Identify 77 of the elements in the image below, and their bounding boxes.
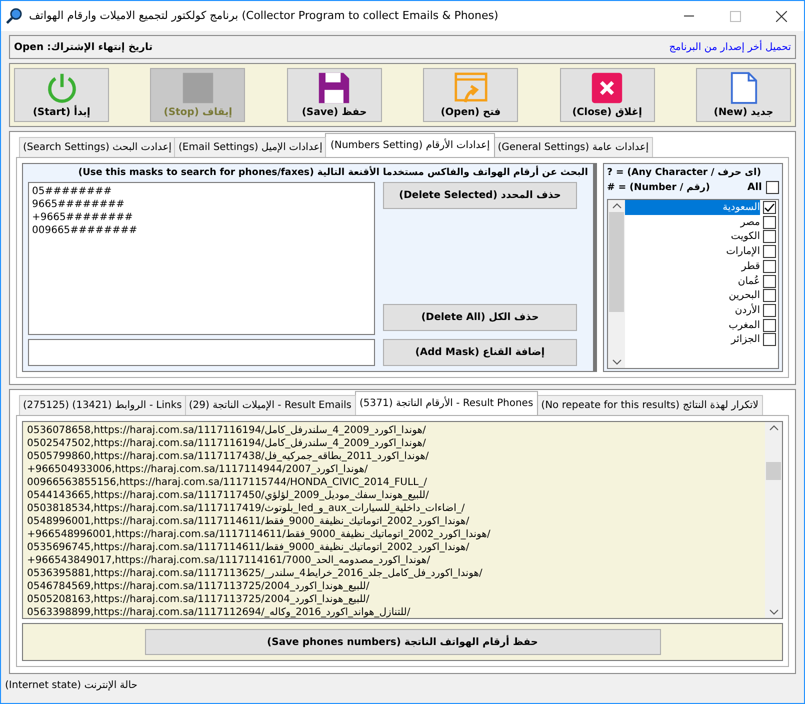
legend-text: # = (Number / رقم) [607,180,710,195]
window-arrow-icon [454,71,488,105]
country-label[interactable]: الإمارات [726,244,760,260]
close-icon [590,71,624,105]
result-line: 0535696745,https://haraj.com.sa/1117114611/هوندا_اكورد_2002_اتوماتيك_نظيفة_9000_فقط/ [27,541,470,554]
app-icon [5,7,23,25]
result-line: 0503818534,https://haraj.com.sa/1117117419/بلوتوث_led_و_aux_اضاءات_داخلية_للسيارات_/ [27,502,466,515]
tab[interactable]: إعدادات عامة (General Settings) [494,137,653,157]
checkbox[interactable] [763,289,776,302]
checkbox[interactable] [763,260,776,273]
checkbox[interactable] [763,333,776,346]
tab[interactable]: لاتكرار لهذة النتائج (No repeate for this results) [537,395,763,415]
masks-list[interactable]: 05######## 9665######## +9665######## 009665######## [28,182,375,335]
results-text-area[interactable] [22,421,783,619]
scrollbar-thumb[interactable] [766,462,781,480]
mask-input-field[interactable] [28,339,375,366]
mask-item[interactable]: 9665######## [32,198,371,212]
legend-text: ? = (Any Character / اى حرف) [607,166,762,180]
result-line: 0546784569,https://haraj.com.sa/1117113725/للبيع_هوندا_اكورد_2004/ [27,580,370,593]
checkbox[interactable] [763,318,776,332]
close-icon[interactable] [776,10,786,22]
mask-item[interactable]: 05######## [32,185,371,198]
toolbar-button[interactable]: حفظ (Save) [286,68,382,122]
tab[interactable]: Links - الروابط (13421) (275125) [19,395,186,415]
country-label[interactable]: السعودية [625,200,760,216]
checkbox[interactable] [763,230,776,244]
result-line: 0536395881,https://haraj.com.sa/1117113625/_هوندا_اكورد_فل_كامل_جلد_2016_خرايط4_سلندر/ [27,567,484,580]
country-label[interactable]: عُمان [738,274,760,289]
checkbox[interactable] [763,216,776,229]
save-phones-button[interactable]: حفظ أرقام الهواتف الناتجة (Save phones numbers) [144,629,660,655]
window-title: برنامج كولكتور لتجميع الاميلات وارقام الهواتف (Collector Program to collect Emails & Phones) [29,8,500,24]
all-checkbox[interactable] [766,181,779,194]
checkbox[interactable] [763,201,776,214]
result-line: 0563398899,https://haraj.com.sa/1117112694/_للتنازل_هواند_اكورد_2016_وكاله/ [27,606,412,618]
result-line: 0548996001,https://haraj.com.sa/1117114611/هوندا_اكورد_2002_اتوماتيك_نظيفة_9000_فقط/ [27,515,470,528]
result-line: 00966563855156,https://haraj.com.sa/1117115744/HONDA_CIVIC_2014_FULL_/ [27,476,428,489]
country-label[interactable]: قطر [741,258,760,274]
tab[interactable]: إعدادات الإميل (Email Settings) [174,137,326,157]
mask-item[interactable]: 009665######## [32,224,371,238]
delete-all-button[interactable]: حذف الكل (Delete All) [383,304,577,331]
masks-heading: البحث عن أرقام الهواتف والفاكس مستخدما الأقنعة التالية (Use this masks to search for phones/faxes) [77,166,588,180]
all-label: All [747,181,762,196]
result-line: +966543849017,https://haraj.com.sa/1117114161/هوندا_اكورد_مصدومه_الحد_7000/ [27,554,432,567]
mask-item[interactable]: +9665######## [32,211,371,224]
tab[interactable]: Result Emails - الإميلات الناتجة (29) [184,395,356,415]
checkbox[interactable] [763,245,776,258]
tab[interactable]: إعدادت البحث (Search Settings) [19,137,176,157]
add-mask-button[interactable]: إضافة القناع (Add Mask) [383,339,577,366]
result-line: 0505208163,https://haraj.com.sa/1117113725/للبيع_هوندا_اكورد_2004/ [27,593,370,606]
result-line: 0505799860,https://haraj.com.sa/1117117438/هوندا_اكورد_2011_بطاقه_جمركيه_فل/ [27,450,430,463]
checkbox[interactable] [763,274,776,288]
country-label[interactable]: الكويت [730,229,760,244]
tab[interactable]: Result Phones - الأرقام الناتجة (5371) [354,391,538,415]
tab[interactable]: إعدادات الأرقام (Numbers Setting) [325,133,495,157]
internet-status: حالة الإنترنت (Internet state) [5,680,138,691]
subscription-expiry: تاريخ إنتهاء الإشتراك: Open [14,40,153,54]
download-link[interactable]: تحميل أخر إصدار من البرنامج [669,40,791,54]
delete-selected-button[interactable]: حذف المحدد (Delete Selected) [383,182,577,210]
result-line: 0502547502,https://haraj.com.sa/1117116194/هوندا_اكورد_2009_4_سلندرفل_كامل/ [27,437,427,450]
country-label[interactable]: مصر [740,214,760,230]
result-line: +966548996001,https://haraj.com.sa/1117114611/هوندا_اكورد_2002_اتوماتيك_نظيفة_9000_فقط/ [27,528,492,541]
minimize-icon[interactable] [684,15,694,17]
scrollbar-thumb[interactable] [609,212,624,312]
country-label[interactable]: الجزائر [731,332,760,348]
result-line: 0544143665,https://haraj.com.sa/1117117450/للبيع_هوندا_سفك_موديل_2009_لؤلؤي/ [27,489,430,502]
result-line: 0536078658,https://haraj.com.sa/1117116194/هوندا_اكورد_2009_4_سلندرفل_كامل/ [27,424,427,437]
toolbar-button[interactable]: جديد (New) [696,68,791,122]
country-label[interactable]: المغرب [728,318,760,333]
country-label[interactable]: الأردن [734,302,760,318]
checkbox[interactable] [763,304,776,317]
toolbar-button[interactable]: إغلاق (Close) [560,68,655,122]
toolbar-button[interactable]: فتح (Open) [423,68,518,122]
country-label[interactable]: البحرين [728,288,760,304]
toolbar-button[interactable]: إبدأ (Start) [14,68,110,122]
square-icon [180,71,215,105]
result-line: +966504933006,https://haraj.com.sa/1117114944/هوندا_اكورد_2007/ [27,463,369,476]
document-icon [730,71,758,105]
